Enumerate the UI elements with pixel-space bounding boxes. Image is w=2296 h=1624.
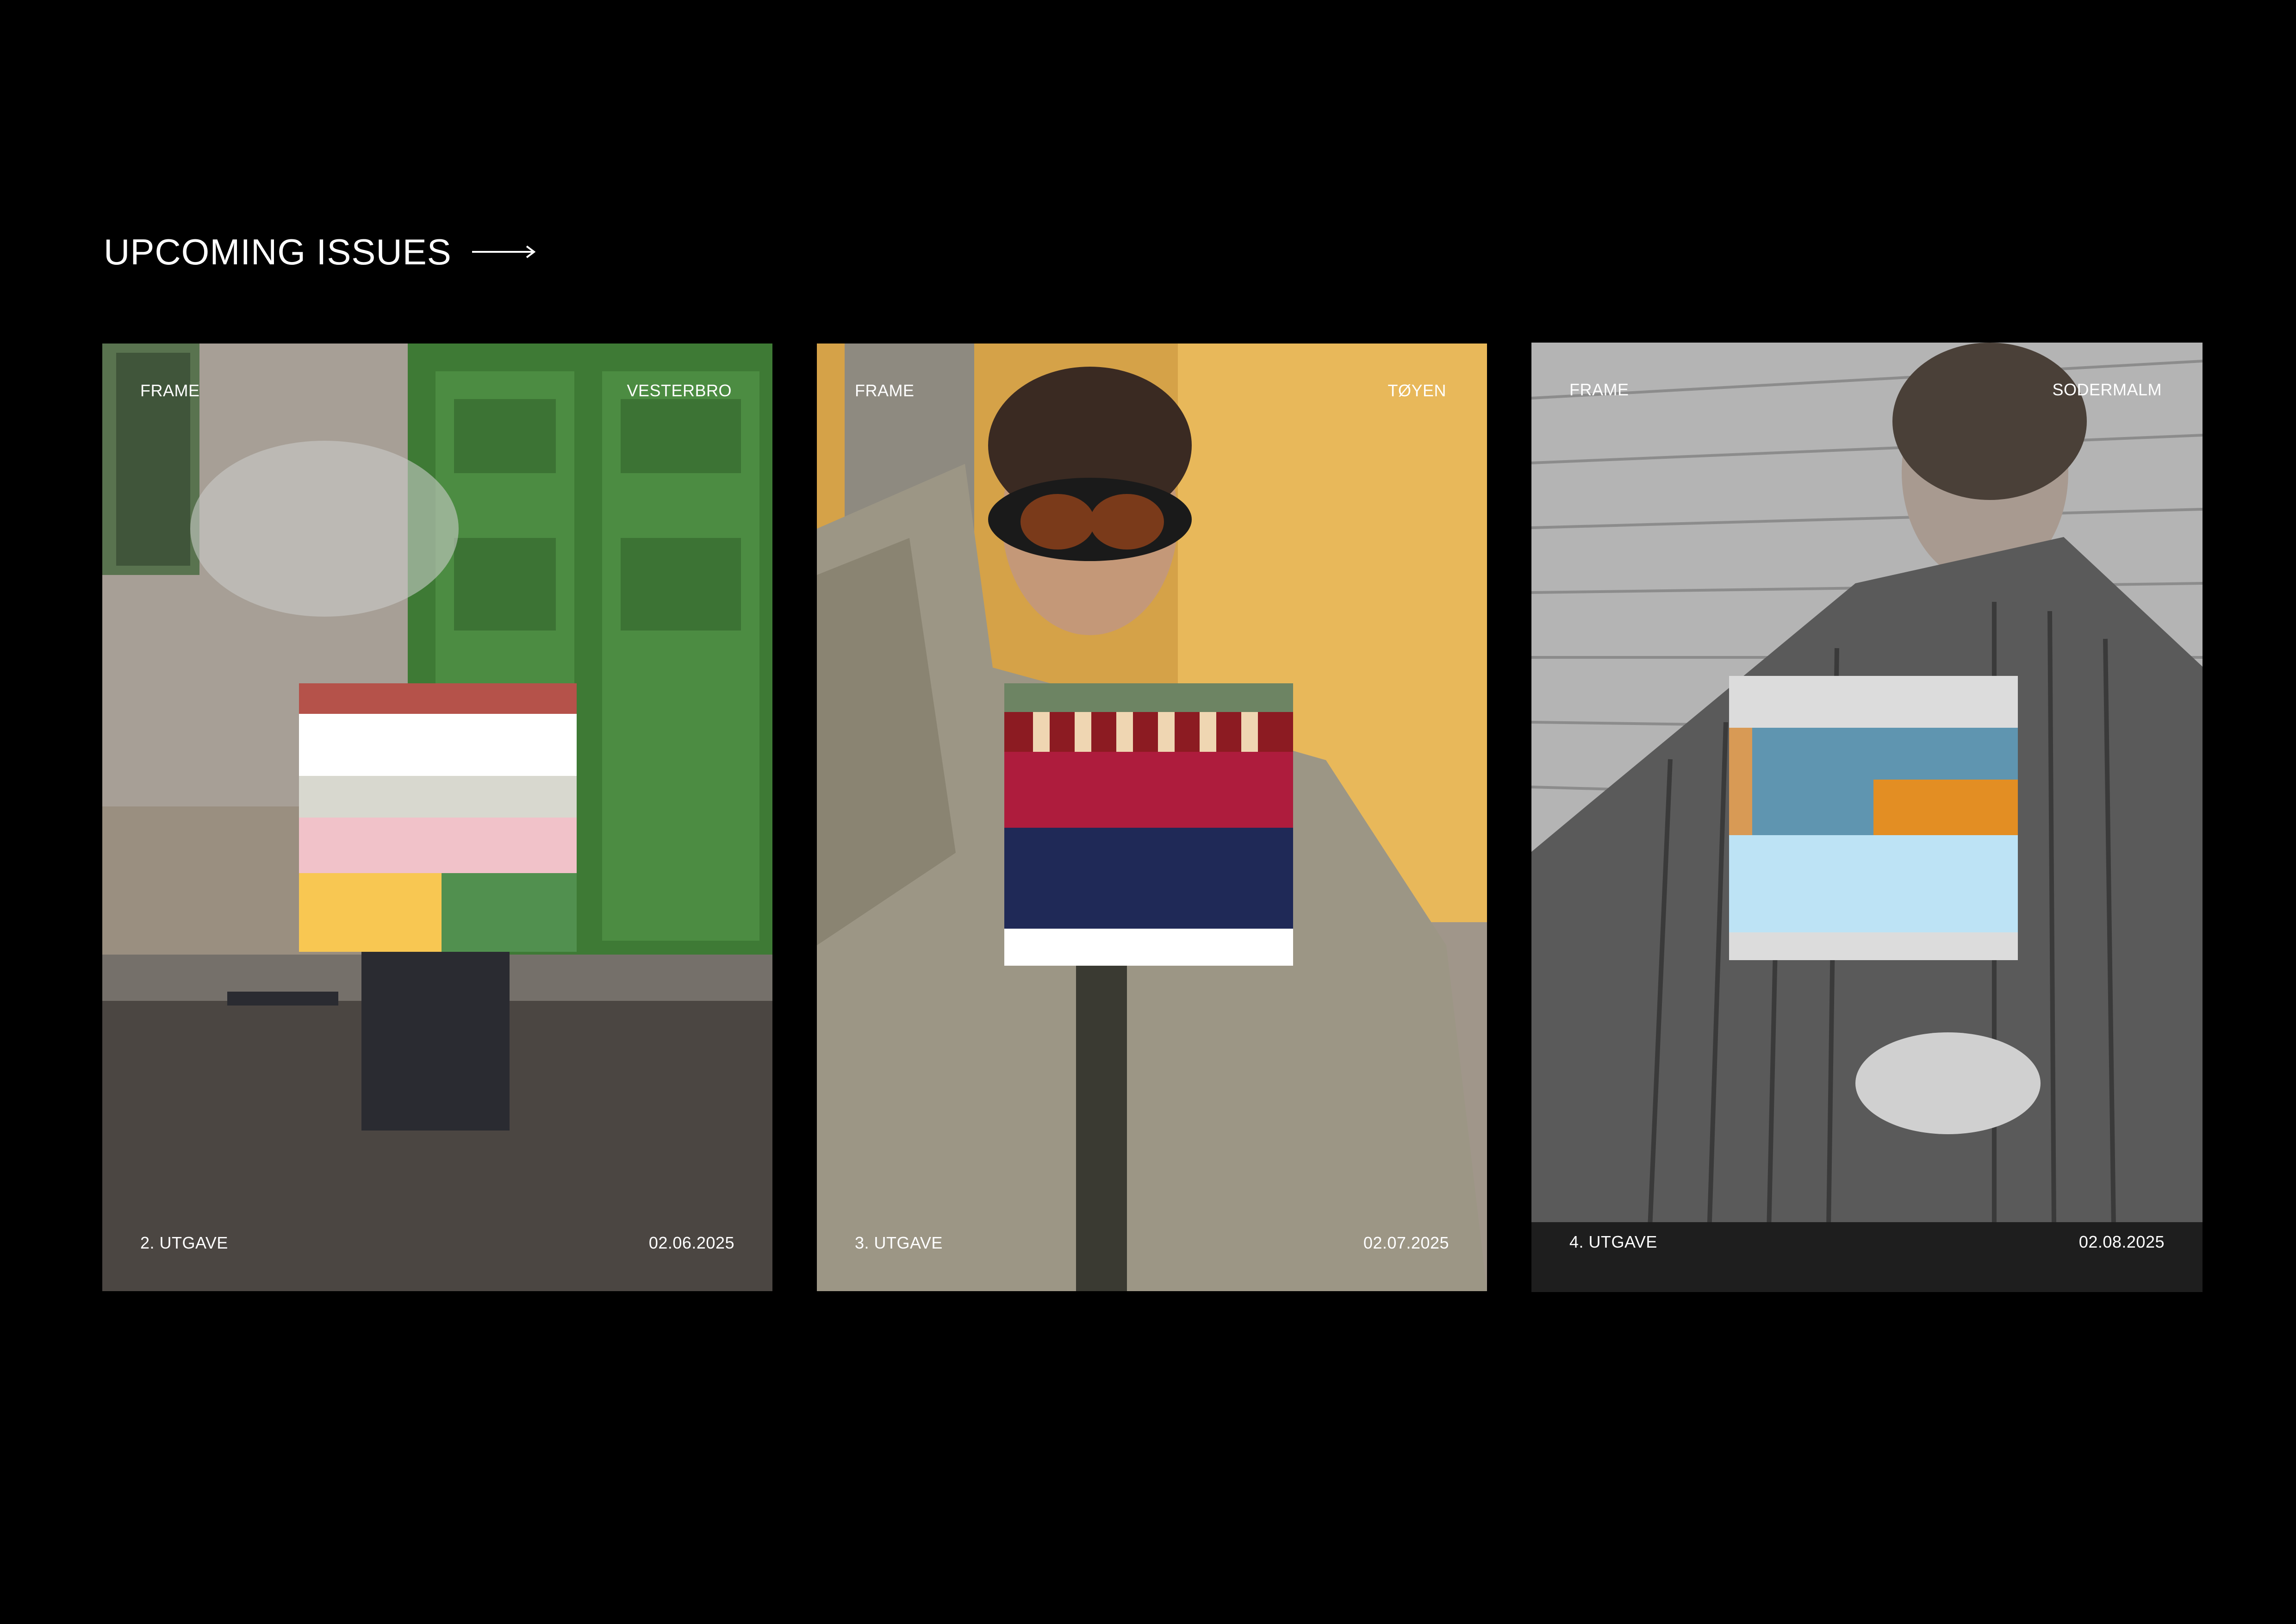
poster-location: VESTERBRO — [627, 381, 732, 400]
swatch-stripe — [299, 818, 577, 873]
swatch-stripe — [1729, 835, 2018, 932]
poster-issue: 4. UTGAVE — [1569, 1232, 1657, 1251]
heading-title: UPCOMING ISSUES — [104, 231, 452, 272]
color-palette — [1004, 683, 1293, 966]
swatch-block — [1729, 728, 1752, 835]
color-palette — [299, 683, 577, 952]
arrow-right-icon[interactable] — [472, 243, 537, 261]
poster-date: 02.07.2025 — [1363, 1233, 1449, 1252]
swatch-stripe — [299, 776, 577, 818]
color-palette — [1729, 676, 2018, 960]
swatch-block — [442, 873, 577, 952]
swatch-stripe — [299, 714, 577, 776]
poster-issue: 2. UTGAVE — [140, 1233, 228, 1252]
swatch-stripe — [1116, 712, 1133, 752]
poster-brand: FRAME — [855, 381, 915, 400]
swatch-stripe — [1004, 828, 1293, 929]
poster-issue: 3. UTGAVE — [855, 1233, 943, 1252]
swatch-stripe — [1004, 929, 1293, 966]
swatch-stripe — [299, 683, 577, 714]
swatch-stripe — [1075, 712, 1091, 752]
poster-date: 02.08.2025 — [2078, 1232, 2165, 1251]
issue-poster-vesterbro[interactable]: FRAME VESTERBRO 2. UTGAVE 02.06.2025 — [102, 344, 772, 1291]
poster-brand: FRAME — [140, 381, 200, 400]
swatch-stripe — [1158, 712, 1175, 752]
poster-location: SODERMALM — [2052, 380, 2162, 399]
swatch-stripe — [1729, 932, 2018, 960]
swatch-stripe — [1729, 676, 2018, 728]
swatch-stripe — [1033, 712, 1050, 752]
swatch-stripe — [1241, 712, 1258, 752]
issue-poster-sodermalm[interactable]: FRAME SODERMALM 4. UTGAVE 02.08.2025 — [1531, 343, 2203, 1292]
poster-date: 02.06.2025 — [648, 1233, 734, 1252]
issue-poster-toyen[interactable]: FRAME TØYEN 3. UTGAVE 02.07.2025 — [817, 344, 1487, 1291]
poster-brand: FRAME — [1569, 380, 1629, 399]
poster-location: TØYEN — [1388, 381, 1446, 400]
swatch-stripe — [1004, 683, 1293, 712]
swatch-stripe — [1004, 752, 1293, 828]
swatch-block — [299, 873, 442, 952]
swatch-block — [1873, 780, 2018, 835]
swatch-stripe — [1200, 712, 1216, 752]
section-heading: UPCOMING ISSUES — [104, 234, 537, 270]
